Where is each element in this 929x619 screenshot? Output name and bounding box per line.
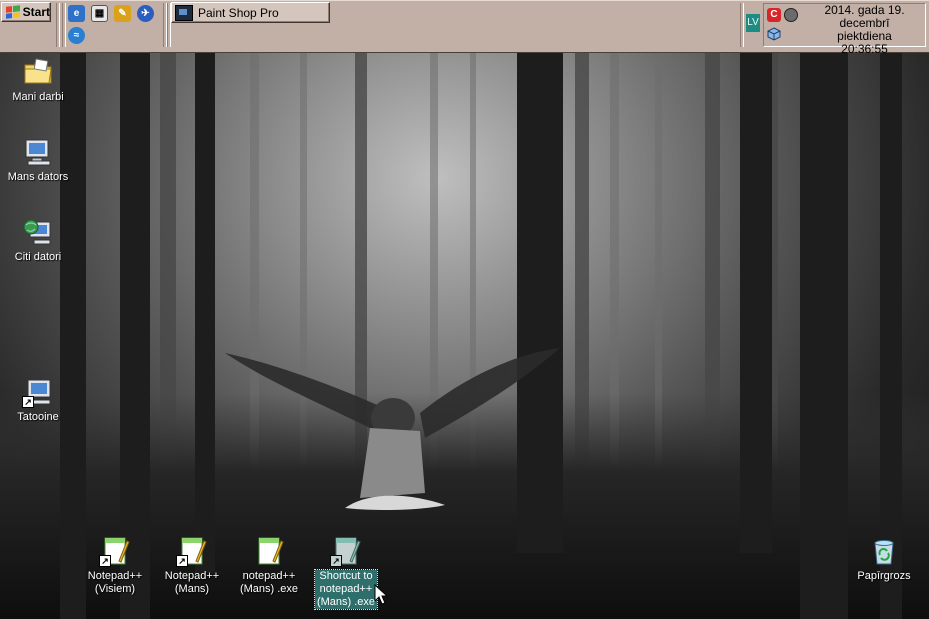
notepadpp-icon: ↗ [176, 535, 208, 567]
label-line: Notepad++ [164, 570, 220, 582]
clock-date: 2014. gada 19. decembrī [824, 3, 905, 30]
desktop-icon-label: Notepad++ (Visiem) [86, 570, 144, 596]
cube-icon[interactable] [767, 27, 781, 41]
desktop-icon-mans-dators[interactable]: Mans dators [0, 136, 76, 184]
label-line: Shortcut to [319, 570, 373, 582]
label-line: Notepad++ [87, 570, 143, 582]
desktop-icon-tatooine[interactable]: ↗ Tatooine [0, 376, 76, 424]
shortcut-arrow-icon: ↗ [330, 555, 342, 567]
shortcut-arrow-icon: ↗ [99, 555, 111, 567]
desktop-icon-notepadpp-mans[interactable]: ↗ Notepad++ (Mans) [154, 535, 230, 596]
desktop-icon-citi-datori[interactable]: Citi datori [0, 216, 76, 264]
notepadpp-icon: ↗ [330, 535, 362, 567]
task-button-paint-shop-pro[interactable]: Paint Shop Pro [171, 2, 330, 23]
desktop-icon-label: Papīrgrozs [857, 570, 911, 582]
task-label: Paint Shop Pro [198, 5, 279, 20]
mouse-pointer-icon [374, 584, 388, 605]
label-line: (Visiem) [94, 583, 136, 595]
desktop-icon-notepadpp-exe[interactable]: notepad++ (Mans) .exe [231, 535, 307, 596]
label-line: (Mans) [174, 583, 210, 595]
shortcut-arrow-icon: ↗ [176, 555, 188, 567]
desktop-icon-label: Citi datori [14, 251, 62, 263]
desktop-icon-notepadpp-visiem[interactable]: ↗ Notepad++ (Visiem) [77, 535, 153, 596]
notepadpp-icon [253, 535, 285, 567]
shortcut-computer-icon: ↗ [22, 376, 54, 408]
start-button[interactable]: Start [1, 2, 51, 22]
label-line: (Mans) .exe [316, 596, 376, 608]
clock-icon[interactable] [784, 8, 798, 22]
my-computer-icon [22, 136, 54, 168]
language-indicator[interactable]: LV [746, 14, 760, 32]
my-documents-folder-icon [22, 56, 54, 88]
shortcut-arrow-icon: ↗ [22, 396, 34, 408]
ie-icon[interactable]: e [68, 5, 85, 22]
taskbar-separator [740, 3, 744, 47]
network-computers-icon [22, 216, 54, 248]
taskbar-separator [56, 3, 60, 47]
label-line: notepad++ [319, 583, 373, 595]
desktop-icon-shortcut-notepadpp-exe[interactable]: ↗ Shortcut to notepad++ (Mans) .exe [308, 535, 384, 610]
windows-logo-icon [6, 5, 20, 19]
start-label: Start [22, 5, 50, 19]
desktop-icon-mani-darbi[interactable]: Mani darbi [0, 56, 76, 104]
notepadpp-icon: ↗ [99, 535, 131, 567]
c-app-icon[interactable]: C [767, 8, 781, 22]
recycle-bin-icon [868, 535, 900, 567]
taskbar: Start e ▦ ✎ ✈ ≈ Paint Shop Pro LV C 2014… [0, 0, 929, 56]
desktop-icon-label: Notepad++ (Mans) [163, 570, 221, 596]
desktop-icon-label: Tatooine [17, 411, 59, 423]
taskbar-separator [62, 3, 66, 47]
desktop-icon-label: Mans dators [7, 171, 69, 183]
pencil-icon[interactable]: ✎ [114, 5, 131, 22]
desktop[interactable]: Mani darbi Mans dators Citi datori ↗ Tat… [0, 53, 929, 619]
desktop-icon-label: notepad++ (Mans) .exe [238, 570, 300, 596]
clock[interactable]: 2014. gada 19. decembrī piektdiena 20:36… [802, 4, 927, 56]
label-line: notepad++ [242, 570, 296, 582]
stack-icon[interactable]: ≈ [68, 27, 85, 44]
desktop-icon-label: Mani darbi [12, 91, 64, 103]
label-line: (Mans) .exe [239, 583, 299, 595]
paint-shop-pro-icon [175, 4, 193, 21]
desktop-icon-recycle-bin[interactable]: Papīrgrozs [846, 535, 922, 583]
desktop-icon-label: Shortcut to notepad++ (Mans) .exe [313, 569, 379, 610]
film-icon[interactable]: ▦ [91, 5, 108, 22]
browser-blue-icon[interactable]: ✈ [137, 5, 154, 22]
